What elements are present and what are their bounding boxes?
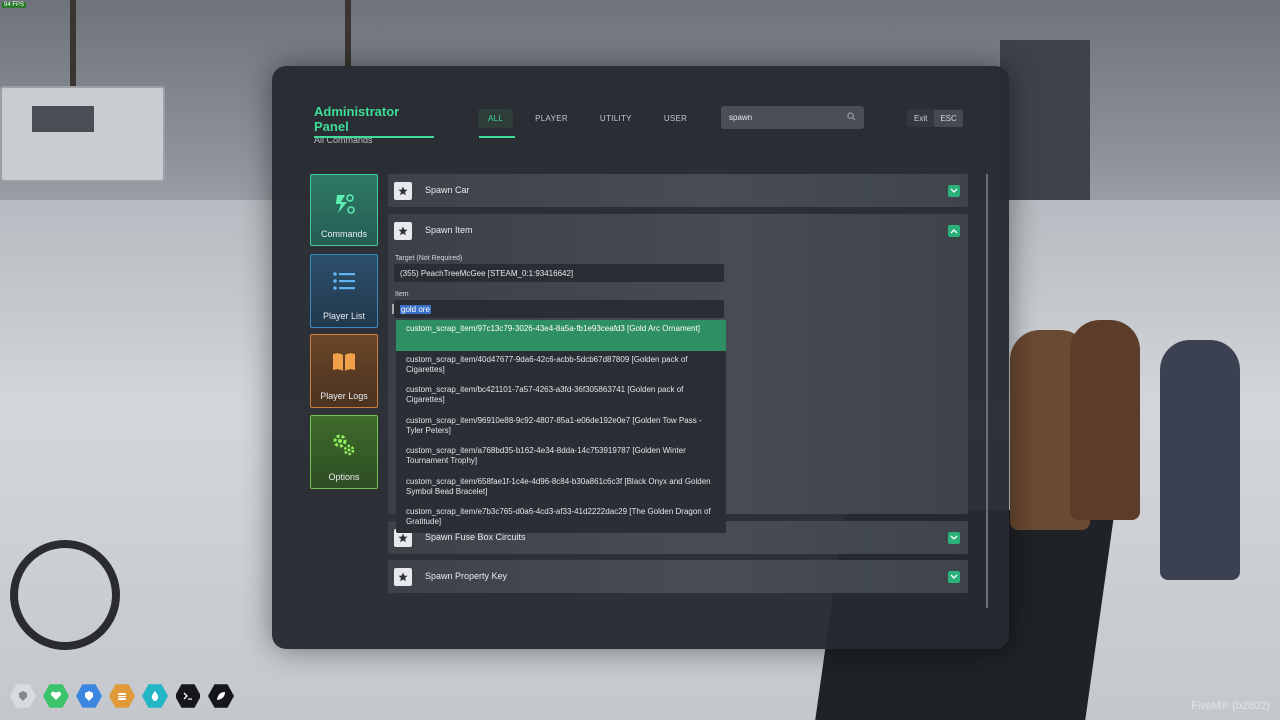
- command-label: Spawn Car: [425, 185, 470, 195]
- shield-icon: [85, 691, 93, 701]
- category-tabs: ALL PLAYER UTILITY USER: [478, 109, 709, 128]
- exit-button[interactable]: Exit: [907, 114, 934, 123]
- tab-all[interactable]: ALL: [478, 109, 514, 128]
- heart-icon: [50, 691, 62, 700]
- exit-control[interactable]: Exit ESC: [907, 109, 963, 127]
- text-cursor: [392, 304, 394, 314]
- dropdown-option[interactable]: custom_scrap_item/bc421101-7a57-4263-a3f…: [396, 381, 726, 412]
- console-hud-icon: [175, 684, 201, 708]
- command-row-spawn-car[interactable]: Spawn Car: [388, 174, 968, 207]
- book-icon: [333, 353, 355, 371]
- health-hud-icon: [43, 684, 69, 708]
- sidebar-item-player-list[interactable]: Player List: [310, 254, 378, 328]
- chevron-down-icon: [950, 535, 958, 540]
- stress-hud-icon: [208, 684, 234, 708]
- panel-header: Administrator Panel All Commands: [314, 104, 434, 145]
- armor-shield-hud-icon: [76, 684, 102, 708]
- esc-key-hint: ESC: [934, 109, 963, 127]
- shield-icon: [19, 691, 27, 701]
- item-label: Item: [395, 291, 409, 298]
- fps-counter: 94 FPS: [2, 2, 27, 8]
- dropdown-option[interactable]: custom_scrap_item/658fae1f-1c4e-4d96-8c8…: [396, 473, 726, 504]
- dropdown-option[interactable]: custom_scrap_item/97c13c79-3026-43e4-8a5…: [396, 320, 726, 351]
- chevron-down-icon: [950, 574, 958, 579]
- expand-button[interactable]: [948, 571, 960, 583]
- expand-button[interactable]: [948, 185, 960, 197]
- background-tree: [70, 0, 76, 90]
- star-icon: [398, 226, 408, 236]
- dropdown-option[interactable]: custom_scrap_item/96910e88-9c92-4807-85a…: [396, 412, 726, 443]
- command-row-spawn-item[interactable]: Spawn Item: [388, 214, 968, 247]
- background-person: [1160, 340, 1240, 580]
- search-input[interactable]: [729, 110, 844, 125]
- sidebar-item-player-logs[interactable]: Player Logs: [310, 334, 378, 408]
- sidebar-item-options[interactable]: Options: [310, 415, 378, 489]
- command-label: Spawn Property Key: [425, 571, 508, 581]
- dropdown-option[interactable]: custom_scrap_item/40d47677-9da6-42c6-acb…: [396, 351, 726, 382]
- dropdown-option[interactable]: custom_scrap_item/e7b3c765-d0a6-4cd3-af3…: [396, 503, 726, 533]
- panel-title: Administrator Panel: [314, 104, 400, 134]
- sidebar-item-label: Commands: [320, 229, 367, 239]
- item-autocomplete-dropdown: custom_scrap_item/97c13c79-3026-43e4-8a5…: [396, 320, 726, 533]
- thirst-hud-icon: [142, 684, 168, 708]
- status-hud: [10, 683, 241, 709]
- command-row-spawn-property-key[interactable]: Spawn Property Key: [388, 560, 968, 593]
- star-icon: [398, 533, 408, 543]
- background-trailer: [0, 86, 165, 182]
- terminal-icon: [183, 692, 192, 700]
- gears-icon: [333, 434, 355, 456]
- favorite-star-button[interactable]: [394, 182, 412, 200]
- fivem-watermark: FiveM® (b2802): [1190, 700, 1270, 712]
- hunger-hud-icon: [109, 684, 135, 708]
- title-underline: [314, 136, 434, 138]
- star-icon: [398, 572, 408, 582]
- command-label: Spawn Fuse Box Circuits: [425, 532, 526, 542]
- dropdown-option[interactable]: custom_scrap_item/a768bd35-b162-4e34-8dd…: [396, 442, 726, 473]
- favorite-star-button[interactable]: [394, 222, 412, 240]
- favorite-star-button[interactable]: [394, 568, 412, 586]
- leaf-icon: [217, 692, 225, 700]
- target-field[interactable]: (355) PeachTreeMcGee [STEAM_0:1:93416642…: [394, 264, 724, 282]
- commands-icon: [336, 194, 355, 214]
- item-input[interactable]: gold ore: [394, 300, 724, 318]
- expand-button[interactable]: [948, 532, 960, 544]
- list-icon: [333, 272, 355, 290]
- tab-utility[interactable]: UTILITY: [590, 109, 642, 128]
- sidebar-item-label: Player Logs: [320, 391, 368, 401]
- collapse-button[interactable]: [948, 225, 960, 237]
- search-icon[interactable]: [847, 112, 856, 121]
- active-tab-indicator: [479, 136, 515, 138]
- chevron-down-icon: [950, 188, 958, 193]
- chevron-up-icon: [950, 229, 958, 234]
- tab-player[interactable]: PLAYER: [525, 109, 578, 128]
- sidebar-item-label: Options: [328, 472, 360, 482]
- burger-icon: [118, 693, 126, 700]
- background-person: [1070, 320, 1140, 520]
- target-value: (355) PeachTreeMcGee [STEAM_0:1:93416642…: [400, 269, 574, 278]
- water-drop-icon: [151, 691, 159, 701]
- background-building: [1000, 40, 1090, 200]
- star-icon: [398, 186, 408, 196]
- sidebar-item-commands[interactable]: Commands: [310, 174, 378, 246]
- tab-user[interactable]: USER: [654, 109, 697, 128]
- background-bicycle-wheel: [10, 540, 120, 650]
- item-input-value: gold ore: [400, 305, 431, 314]
- background-pole: [345, 0, 351, 70]
- command-label: Spawn Item: [425, 225, 473, 235]
- search-box: [721, 106, 864, 129]
- sidebar-item-label: Player List: [322, 311, 366, 321]
- armor-hud-icon: [10, 684, 36, 708]
- target-label: Target (Not Required): [395, 255, 463, 262]
- scrollbar[interactable]: [986, 174, 988, 608]
